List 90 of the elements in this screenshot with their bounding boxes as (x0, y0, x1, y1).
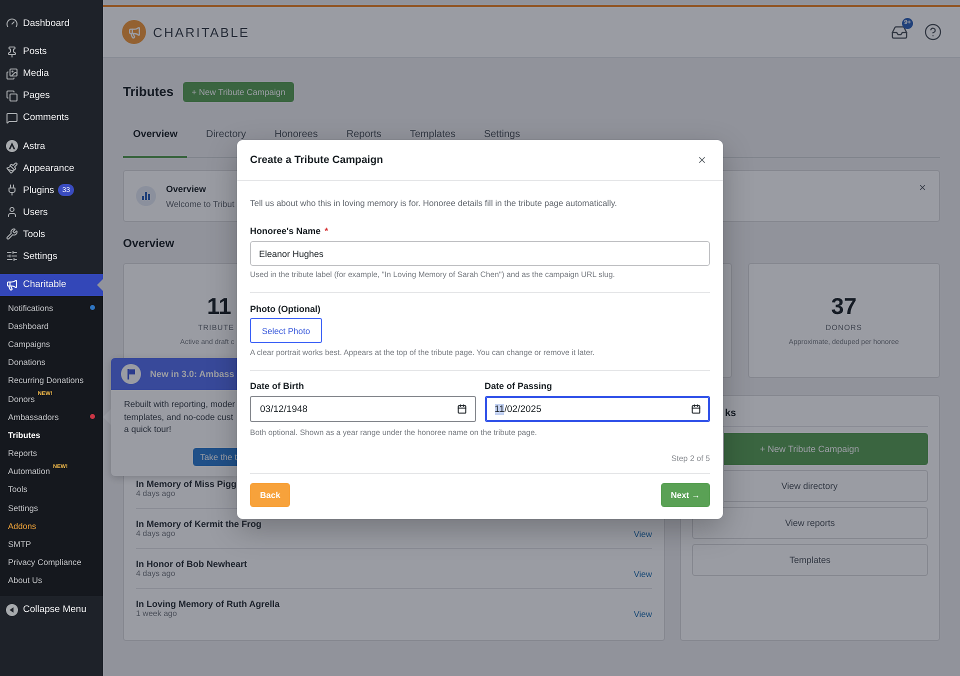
section-title: Overview (123, 237, 176, 252)
user-icon (6, 206, 18, 218)
card-title: ks (725, 408, 736, 419)
date-input[interactable]: 11/02/2025 (484, 396, 710, 422)
new-tag: NEW! (52, 464, 68, 470)
inbox-icon[interactable] (891, 24, 908, 40)
left-triangle-circle-icon (6, 604, 18, 616)
field-label: Honoree's Name (250, 225, 321, 237)
menu-item[interactable]: Appearance (0, 157, 103, 179)
submenu-item[interactable]: Donors $^{NEW!}$ (0, 389, 103, 408)
submenu-item[interactable]: Dashboard (0, 316, 103, 335)
megaphone-icon (6, 278, 18, 290)
pointer-notch-icon (97, 278, 103, 290)
paintbrush-icon (6, 162, 18, 174)
tribute-time: 4 days ago (136, 569, 176, 579)
submenu-item[interactable]: Privacy Compliance (0, 553, 103, 572)
menu-item[interactable]: Users (0, 201, 103, 223)
collapse-menu-button[interactable]: Collapse Menu (0, 598, 103, 620)
menu-item[interactable]: Pages (0, 84, 103, 106)
step-indicator: Step 2 of 5 (671, 454, 710, 463)
notice-text: Welcome to Tribut (166, 198, 234, 210)
megaphone-logo-icon (122, 20, 146, 44)
date-input[interactable]: 03/12/1948 (250, 396, 476, 422)
tab[interactable]: Overview (123, 120, 188, 158)
menu-item[interactable]: Tools (0, 223, 103, 245)
submenu-item[interactable]: Tributes (0, 426, 103, 444)
select-photo-button[interactable]: Select Photo (250, 318, 322, 343)
popover-title: New in 3.0: Ambass (150, 369, 234, 379)
brand-name: CHARITABLE (153, 24, 250, 40)
menu-item[interactable]: Astra (0, 135, 103, 157)
quick-link-button[interactable]: View directory (724, 470, 928, 502)
submenu-item[interactable]: Settings (0, 498, 103, 517)
stat-value: 37 (831, 293, 857, 319)
wrench-icon (6, 228, 18, 240)
pages-icon (6, 90, 18, 102)
submenu-item[interactable]: Ambassadors (0, 408, 103, 426)
images-icon (6, 68, 18, 80)
modal-title: Create a Tribute Campaign (250, 154, 384, 166)
text-input[interactable]: Eleanor Hughes (250, 241, 710, 266)
submenu-item[interactable]: Tools (0, 480, 103, 499)
pin-icon (6, 46, 18, 58)
field-label: Photo (Optional) (250, 303, 320, 315)
menu-item[interactable]: Dashboard (0, 12, 103, 34)
close-icon[interactable] (918, 183, 927, 192)
calendar-icon[interactable] (691, 404, 701, 414)
tribute-time: 4 days ago (136, 529, 176, 539)
modal-intro: Tell us about who this in loving memory is for. Honoree details fill in the tribute page automatically. (250, 197, 618, 209)
field-label: Date of Birth (250, 380, 304, 392)
menu-item[interactable]: Comments (0, 106, 103, 128)
tribute-title: In Loving Memory of Ruth Agrella (136, 599, 280, 609)
gauge-icon (6, 17, 18, 29)
notice-title: Overview (166, 182, 208, 194)
page-title: Tributes (123, 83, 174, 101)
date-text: 03/12/1948 (260, 404, 308, 414)
tribute-title: In Memory of Miss Pigg (136, 479, 237, 489)
calendar-icon[interactable] (456, 404, 466, 414)
date-text: /02/2025 (504, 404, 542, 414)
selected-date-text: 11 (494, 404, 504, 414)
tribute-title: In Honor of Bob Newheart (136, 559, 247, 569)
submenu-item[interactable]: Addons (0, 516, 103, 535)
submenu-item[interactable]: About Us (0, 571, 103, 590)
speech-bubble-icon (6, 112, 18, 124)
required-mark: * (324, 225, 328, 237)
tribute-title: In Memory of Kermit the Frog (136, 519, 262, 529)
sliders-icon (6, 250, 18, 262)
menu-item[interactable]: Settings (0, 245, 103, 267)
field-label: Date of Passing (484, 380, 552, 392)
flag-icon (121, 364, 141, 384)
new-tag: NEW! (38, 391, 52, 398)
help-icon[interactable] (924, 23, 942, 41)
menu-item[interactable]: Posts (0, 40, 103, 62)
popover-text: Rebuilt with reporting, moder templates, and no-code cust a quick tour! (124, 398, 236, 436)
menu-item[interactable]: Media (0, 62, 103, 84)
submenu-item[interactable]: Notifications (0, 298, 103, 317)
menu-item[interactable]: Charitable (0, 274, 103, 296)
submenu-item[interactable]: Donations (0, 353, 103, 372)
submenu-item[interactable]: SMTP (0, 534, 103, 554)
tribute-time: 4 days ago (136, 489, 176, 499)
tribute-time: 1 week ago (136, 609, 178, 619)
plug-icon (6, 184, 18, 196)
quick-link-button[interactable]: View reports (692, 507, 928, 539)
submenu-item[interactable]: Recurring Donations (0, 371, 103, 390)
submenu-item[interactable]: Campaigns (0, 334, 103, 354)
stat-value: 11 (206, 293, 232, 319)
quick-link-button[interactable]: Templates (692, 544, 928, 576)
bar-chart-icon (136, 186, 156, 206)
submenu-item[interactable]: Automation $^{NEW!}$ (0, 462, 103, 480)
triangle-circle-icon (6, 140, 18, 152)
submenu-item[interactable]: Reports (0, 444, 103, 462)
close-icon[interactable] (697, 155, 707, 165)
